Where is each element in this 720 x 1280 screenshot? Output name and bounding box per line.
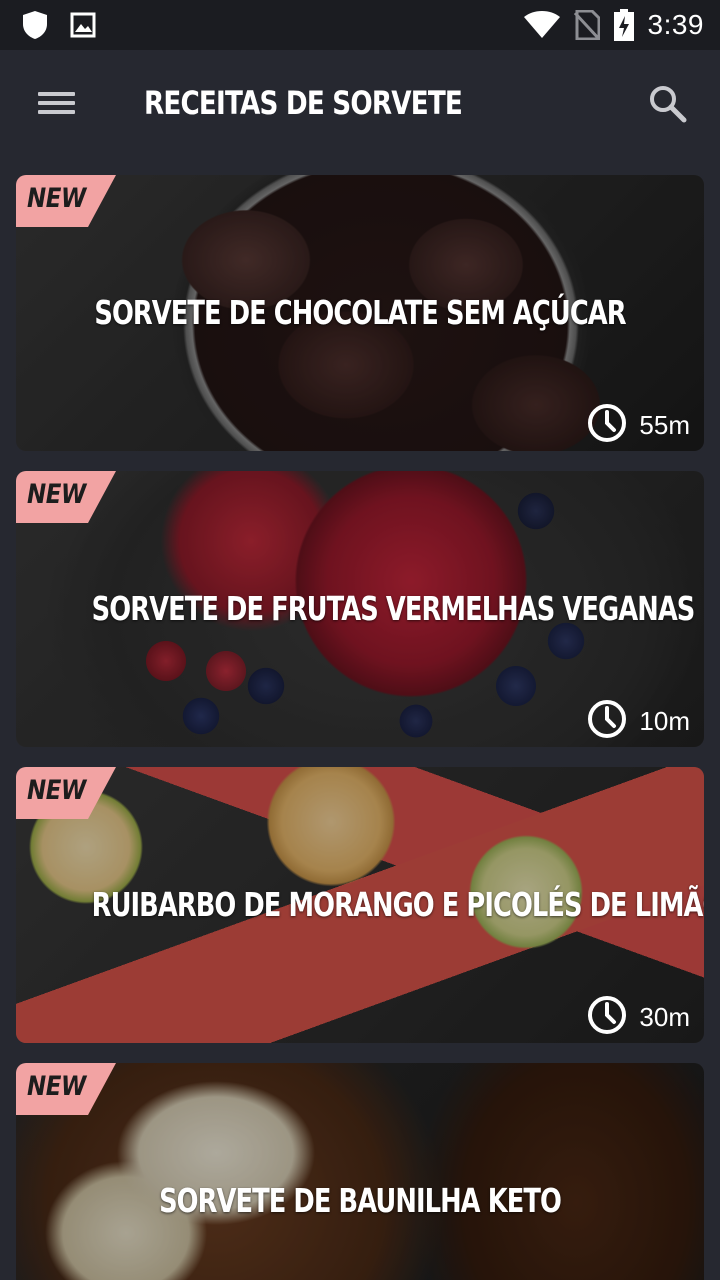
recipe-title: SORVETE DE FRUTAS VERMELHAS VEGANAS (91, 589, 696, 628)
recipe-time-label: 10m (639, 705, 690, 736)
new-badge-label: NEW (27, 1071, 86, 1102)
recipe-title: RUIBARBO DE MORANGO E PICOLÉS DE LIMÃO (91, 885, 704, 924)
wifi-icon (523, 11, 560, 39)
page-title: RECEITAS DE SORVETE (144, 84, 463, 122)
clock-icon (587, 699, 627, 744)
shield-icon (22, 10, 48, 40)
recipe-time: 10m (587, 699, 690, 743)
recipe-time-label: 55m (639, 409, 690, 440)
new-badge-label: NEW (27, 479, 86, 510)
recipe-time: 30m (587, 995, 690, 1039)
menu-icon-line (38, 110, 75, 114)
menu-icon (38, 92, 75, 96)
new-badge-label: NEW (27, 183, 86, 214)
search-icon (648, 86, 688, 128)
search-button[interactable] (648, 84, 694, 130)
recipe-card-chocolate[interactable]: NEW SORVETE DE CHOCOLATE SEM AÇÚCAR 55m (16, 175, 704, 451)
clock-icon (587, 995, 627, 1040)
recipe-card-popsicles[interactable]: NEW RUIBARBO DE MORANGO E PICOLÉS DE LIM… (16, 767, 704, 1043)
recipe-title: SORVETE DE BAUNILHA KETO (159, 1181, 562, 1220)
clock-icon (587, 403, 627, 448)
new-badge-label: NEW (27, 775, 86, 806)
no-sim-icon (573, 10, 600, 40)
battery-charging-icon (613, 9, 634, 41)
recipe-time-label: 30m (639, 1001, 690, 1032)
status-time: 3:39 (647, 9, 704, 40)
app-bar: RECEITAS DE SORVETE (0, 50, 720, 162)
recipe-title: SORVETE DE CHOCOLATE SEM AÇÚCAR (94, 293, 626, 332)
image-icon (70, 12, 96, 38)
image-shade (16, 1063, 704, 1280)
menu-button[interactable] (28, 86, 84, 126)
recipe-time: 55m (587, 403, 690, 447)
recipe-card-berries[interactable]: NEW SORVETE DE FRUTAS VERMELHAS VEGANAS … (16, 471, 704, 747)
menu-icon-line (38, 101, 75, 105)
recipe-card-vanilla[interactable]: NEW SORVETE DE BAUNILHA KETO (16, 1063, 704, 1280)
status-bar: 3:39 (0, 0, 720, 50)
